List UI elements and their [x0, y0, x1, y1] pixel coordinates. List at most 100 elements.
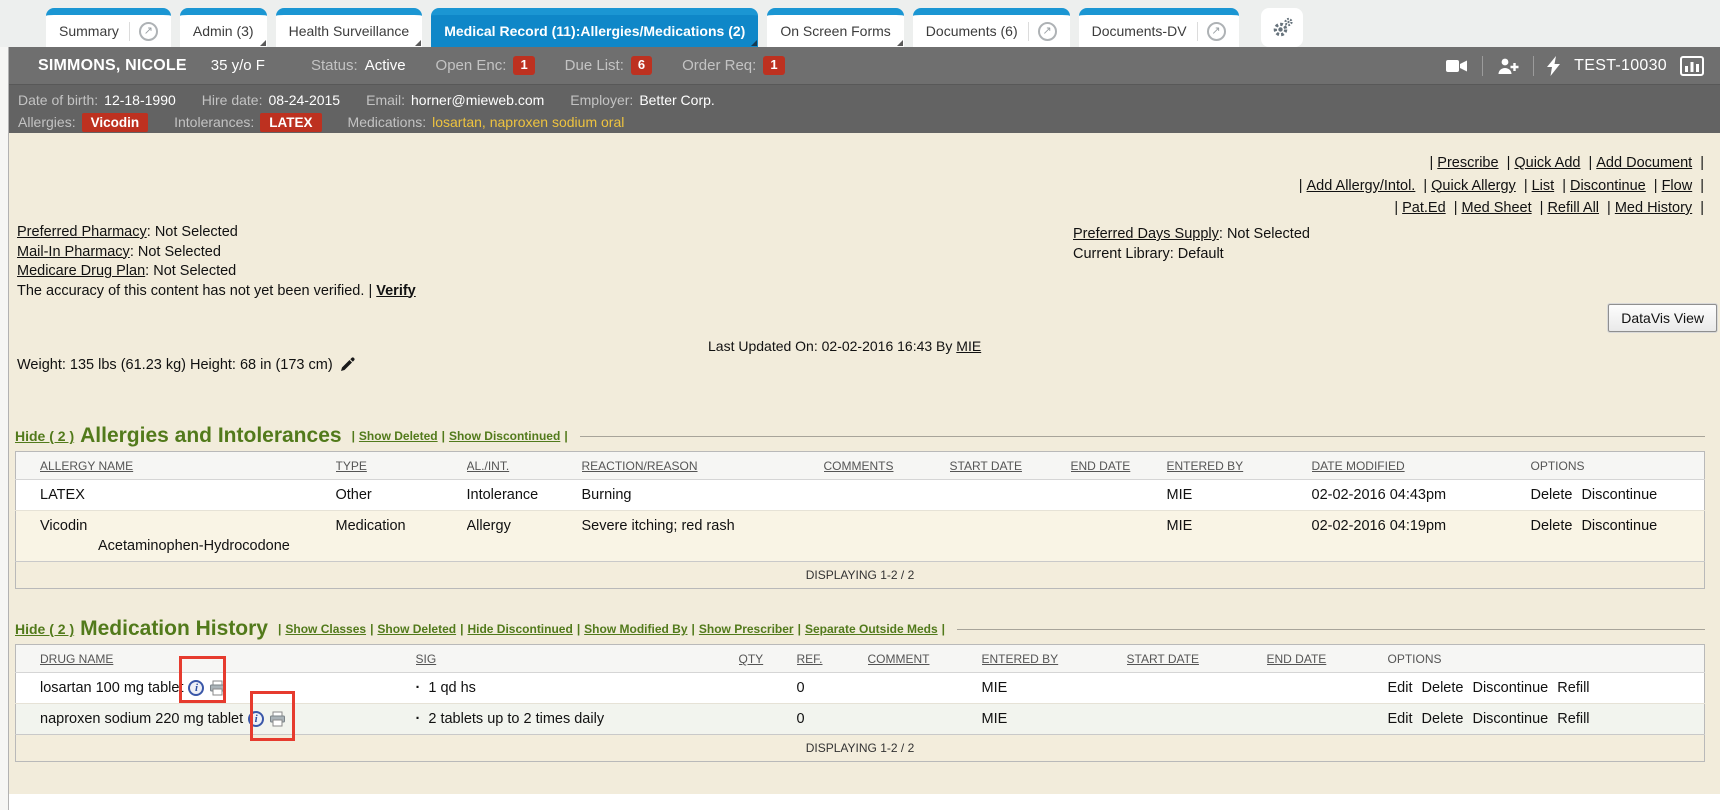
list-link[interactable]: List: [1532, 178, 1555, 194]
intolerance-badge-latex[interactable]: LATEX: [260, 113, 321, 132]
quick-add-link[interactable]: Quick Add: [1514, 155, 1580, 171]
discontinue-link[interactable]: Discontinue: [1581, 518, 1657, 534]
mailin-pharmacy-link[interactable]: Mail-In Pharmacy: [17, 244, 130, 260]
refill-link[interactable]: Refill: [1557, 680, 1589, 696]
flow-link[interactable]: Flow: [1662, 178, 1693, 194]
col-entered-by[interactable]: ENTERED BY: [1167, 452, 1312, 480]
show-deleted-link[interactable]: Show Deleted: [377, 622, 456, 636]
days-supply-row: Preferred Days Supply: Not Selected: [1073, 225, 1310, 245]
quick-allergy-link[interactable]: Quick Allergy: [1431, 178, 1516, 194]
med-sheet-link[interactable]: Med Sheet: [1461, 200, 1531, 216]
action-links-row-3: |Pat.Ed |Med Sheet |Refill All |Med Hist…: [1295, 197, 1708, 220]
allergy-row-vicodin: Vicodin Acetaminophen-Hydrocodone Medica…: [16, 511, 1705, 562]
open-enc-label: Open Enc:: [436, 57, 507, 74]
due-list-count-badge[interactable]: 6: [631, 56, 652, 74]
show-classes-link[interactable]: Show Classes: [285, 622, 366, 636]
tab-documents-dv-popout[interactable]: ↗: [1197, 22, 1226, 41]
delete-link[interactable]: Delete: [1422, 711, 1464, 727]
tab-documents-dv-label: Documents-DV: [1092, 23, 1187, 39]
med-history-link[interactable]: Med History: [1615, 200, 1692, 216]
allergy-badge-vicodin[interactable]: Vicodin: [82, 113, 149, 132]
colon: :: [1219, 226, 1223, 242]
action-links-row-1: |Prescribe |Quick Add |Add Document |: [1295, 152, 1708, 175]
add-document-link[interactable]: Add Document: [1596, 155, 1692, 171]
medications-list[interactable]: losartan, naproxen sodium oral: [432, 114, 624, 130]
show-discontinued-link[interactable]: Show Discontinued: [449, 429, 560, 443]
show-modified-by-link[interactable]: Show Modified By: [584, 622, 687, 636]
add-person-icon[interactable]: [1496, 56, 1520, 76]
edit-pencil-icon[interactable]: [339, 357, 355, 373]
col-start-date[interactable]: START DATE: [950, 452, 1071, 480]
order-req-count-badge[interactable]: 1: [763, 56, 784, 74]
edit-link[interactable]: Edit: [1388, 711, 1413, 727]
tab-on-screen-forms[interactable]: On Screen Forms: [767, 8, 903, 47]
gear-icon: [1270, 16, 1294, 40]
separator: |: [442, 429, 445, 443]
allergies-hide-link[interactable]: Hide ( 2 ): [15, 428, 74, 444]
discontinue-link[interactable]: Discontinue: [1472, 680, 1548, 696]
col-sig[interactable]: SIG: [416, 645, 739, 673]
left-frame-strip: [0, 47, 9, 810]
separate-outside-meds-link[interactable]: Separate Outside Meds: [805, 622, 938, 636]
show-prescriber-link[interactable]: Show Prescriber: [699, 622, 794, 636]
discontinue-link[interactable]: Discontinue: [1570, 178, 1646, 194]
edit-link[interactable]: Edit: [1388, 680, 1413, 696]
tab-summary[interactable]: Summary ↗: [46, 8, 171, 47]
separator: |: [1700, 200, 1704, 216]
tab-medical-record[interactable]: Medical Record (11):Allergies/Medication…: [431, 8, 758, 47]
tab-documents-popout[interactable]: ↗: [1028, 22, 1057, 41]
col-date-modified[interactable]: DATE MODIFIED: [1312, 452, 1531, 480]
tab-summary-popout[interactable]: ↗: [129, 22, 158, 41]
tab-settings-button[interactable]: [1261, 8, 1303, 47]
tab-admin-label: Admin (3): [193, 23, 254, 39]
col-reaction[interactable]: REACTION/REASON: [582, 452, 824, 480]
tab-health-surveillance[interactable]: Health Surveillance: [276, 8, 423, 47]
col-end-date[interactable]: END DATE: [1267, 645, 1388, 673]
patient-age-sex: 35 y/o F: [211, 57, 265, 74]
verify-link[interactable]: Verify: [376, 283, 416, 299]
col-al-int[interactable]: AL./INT.: [467, 452, 582, 480]
colon: :: [147, 224, 151, 240]
separator: |: [692, 622, 695, 636]
col-ref[interactable]: REF.: [797, 645, 868, 673]
col-entered-by[interactable]: ENTERED BY: [982, 645, 1127, 673]
medication-comment: [868, 704, 982, 735]
col-comments[interactable]: COMMENTS: [824, 452, 950, 480]
vitals-line: Weight: 135 lbs (61.23 kg) Height: 68 in…: [17, 357, 355, 373]
patient-demographics-bar: Date of birth: 12-18-1990 Hire date: 08-…: [0, 84, 1720, 133]
tab-admin[interactable]: Admin (3): [180, 8, 267, 47]
preferred-pharmacy-link[interactable]: Preferred Pharmacy: [17, 224, 147, 240]
col-allergy-name[interactable]: ALLERGY NAME: [16, 452, 336, 480]
quick-action-bolt-icon[interactable]: [1547, 56, 1561, 76]
intolerances-label: Intolerances:: [174, 114, 254, 130]
medications-hide-link[interactable]: Hide ( 2 ): [15, 621, 74, 637]
pat-ed-link[interactable]: Pat.Ed: [1402, 200, 1446, 216]
col-end-date[interactable]: END DATE: [1071, 452, 1167, 480]
prescribe-link[interactable]: Prescribe: [1437, 155, 1498, 171]
allergies-section-header: Hide ( 2 ) Allergies and Intolerances | …: [15, 424, 1705, 448]
open-enc-count-badge[interactable]: 1: [513, 56, 534, 74]
refill-all-link[interactable]: Refill All: [1547, 200, 1599, 216]
col-qty[interactable]: QTY: [739, 645, 797, 673]
discontinue-link[interactable]: Discontinue: [1581, 487, 1657, 503]
video-call-icon[interactable]: [1445, 56, 1469, 76]
col-type[interactable]: TYPE: [336, 452, 467, 480]
allergy-al-int: Intolerance: [467, 480, 582, 511]
medicare-plan-link[interactable]: Medicare Drug Plan: [17, 263, 145, 279]
last-updated-by-link[interactable]: MIE: [956, 338, 981, 354]
hide-discontinued-link[interactable]: Hide Discontinued: [467, 622, 572, 636]
col-comment[interactable]: COMMENT: [868, 645, 982, 673]
bar-chart-icon[interactable]: [1680, 56, 1704, 76]
delete-link[interactable]: Delete: [1531, 487, 1573, 503]
discontinue-link[interactable]: Discontinue: [1472, 711, 1548, 727]
tab-documents-dv[interactable]: Documents-DV ↗: [1079, 8, 1239, 47]
tab-documents[interactable]: Documents (6) ↗: [913, 8, 1070, 47]
delete-link[interactable]: Delete: [1422, 680, 1464, 696]
show-deleted-link[interactable]: Show Deleted: [359, 429, 438, 443]
refill-link[interactable]: Refill: [1557, 711, 1589, 727]
delete-link[interactable]: Delete: [1531, 518, 1573, 534]
days-supply-link[interactable]: Preferred Days Supply: [1073, 226, 1219, 242]
datavis-view-button[interactable]: DataVis View: [1608, 304, 1717, 332]
add-allergy-intol-link[interactable]: Add Allergy/Intol.: [1307, 178, 1416, 194]
col-start-date[interactable]: START DATE: [1127, 645, 1267, 673]
